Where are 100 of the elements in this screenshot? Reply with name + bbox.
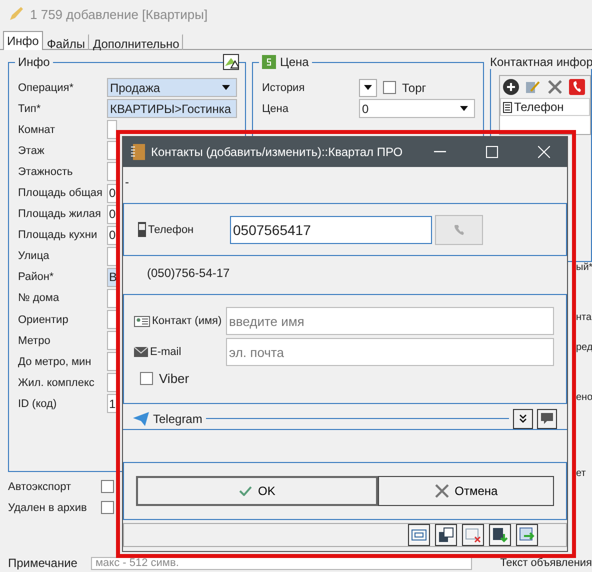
- checkbox[interactable]: [101, 480, 114, 493]
- field-label: Район*: [18, 271, 55, 284]
- field-label: Текст объявления: [500, 557, 592, 569]
- field-label: № дома: [18, 292, 60, 304]
- image-edit-icon[interactable]: [223, 54, 239, 70]
- mobile-phone-icon: [138, 222, 146, 237]
- checkbox-label: Удален в архив: [8, 502, 88, 514]
- export-table-icon: [519, 527, 535, 543]
- dropdown[interactable]: Продажа: [107, 78, 237, 98]
- message-button[interactable]: [537, 408, 557, 428]
- delete-icon[interactable]: [547, 79, 563, 95]
- fit-window-button[interactable]: [408, 524, 430, 546]
- money-icon: [262, 55, 276, 69]
- add-icon[interactable]: [503, 79, 519, 95]
- field-label: Площадь кухни: [18, 229, 98, 242]
- checkbox-label: Торг: [402, 80, 426, 95]
- dropdown-arrow-icon: [222, 85, 230, 90]
- list-icon: [503, 102, 512, 112]
- field-label: Операция*: [18, 82, 75, 94]
- expand-button[interactable]: [513, 408, 533, 428]
- field-label: Жил. комплекс: [18, 376, 96, 389]
- input-field[interactable]: 1: [107, 394, 117, 414]
- phone-icon: [453, 224, 465, 236]
- field-label: Метро: [18, 334, 52, 347]
- restore-window-button[interactable]: [435, 524, 457, 546]
- input-field[interactable]: В: [107, 268, 117, 287]
- input-field[interactable]: [107, 120, 117, 140]
- input-field[interactable]: [107, 352, 117, 372]
- field-label: ет: [576, 468, 587, 481]
- group-title: Цена: [280, 55, 309, 69]
- column-header: Телефон: [514, 100, 564, 114]
- field-label: Улица: [18, 250, 50, 262]
- history-dropdown[interactable]: [359, 78, 377, 97]
- remove-window-icon: [465, 527, 481, 543]
- field-label: Цена: [262, 102, 290, 115]
- field-label: Комнат: [18, 124, 56, 136]
- input-field[interactable]: 0: [107, 226, 117, 245]
- remove-window-button[interactable]: [462, 524, 484, 546]
- field-label: Ориентир: [18, 314, 70, 326]
- double-chevron-down-icon: [518, 414, 528, 424]
- field-label: Этажность: [18, 166, 74, 178]
- phone-icon[interactable]: [569, 79, 585, 95]
- contact-card-icon: [134, 316, 150, 326]
- input-field[interactable]: 0: [107, 184, 117, 203]
- save-download-icon: [492, 527, 508, 543]
- close-icon: [434, 484, 449, 498]
- field-label: Площадь жилая: [18, 208, 102, 220]
- input-field[interactable]: [107, 141, 117, 160]
- close-icon: [538, 146, 550, 158]
- field-label: Примечание: [8, 556, 78, 570]
- checkbox[interactable]: [101, 501, 114, 514]
- restore-window-icon: [438, 527, 454, 543]
- envelope-icon: [134, 347, 148, 357]
- field-label: Площадь общая: [18, 187, 104, 200]
- tab[interactable]: Файлы: [42, 34, 89, 50]
- field-label: Тип*: [18, 102, 42, 115]
- field-label: До метро, мин: [18, 356, 92, 368]
- pencil-icon: [8, 6, 24, 22]
- dropdown[interactable]: КВАРТИРЫ>Гостинка: [107, 99, 237, 118]
- name-field[interactable]: введите имя: [226, 307, 554, 335]
- speech-bubble-icon: [541, 413, 553, 424]
- checkbox-label: Автоэкспорт: [8, 480, 72, 492]
- window-title: 1 759 добавление [Квартиры]: [30, 6, 208, 22]
- dropdown-arrow-icon: [460, 106, 468, 112]
- fit-window-icon: [411, 527, 427, 543]
- field-label: История: [262, 82, 306, 94]
- input-field[interactable]: [107, 310, 117, 330]
- group-title: Инфо: [18, 55, 50, 69]
- field-label: E-mail: [134, 346, 224, 358]
- export-table-button[interactable]: [516, 524, 538, 546]
- save-download-button[interactable]: [489, 524, 511, 546]
- input-field[interactable]: [107, 373, 117, 392]
- input-field[interactable]: [107, 331, 117, 350]
- dialog-title: Контакты (добавить/изменить)::Квартал ПРО: [151, 145, 403, 159]
- field-label: ено: [576, 392, 592, 405]
- book-icon: [131, 144, 145, 160]
- checkbox[interactable]: [140, 372, 153, 385]
- field-label: ID (код): [18, 398, 58, 410]
- dropdown[interactable]: 0: [359, 99, 475, 118]
- input-field[interactable]: [107, 162, 117, 182]
- input-field[interactable]: [107, 288, 117, 308]
- email-field[interactable]: эл. почта: [226, 338, 554, 366]
- ok-button[interactable]: OK: [136, 476, 378, 506]
- field-label: Контакт (имя): [134, 315, 224, 327]
- check-icon: [238, 486, 252, 496]
- formatted-phone: (050)756-54-17: [146, 265, 231, 282]
- field-label: нта: [576, 312, 592, 325]
- minimize-icon: [434, 151, 446, 153]
- cancel-button[interactable]: Отмена: [378, 476, 554, 506]
- field-label: Телефон: [138, 222, 228, 237]
- checkbox-label: Viber: [159, 371, 190, 386]
- maximize-icon: [486, 146, 498, 158]
- phone-field[interactable]: 0507565417: [230, 216, 432, 244]
- tab[interactable]: Дополнительно: [88, 34, 184, 50]
- input-field[interactable]: 0: [107, 204, 117, 224]
- input-field[interactable]: [107, 246, 117, 266]
- checkbox[interactable]: [383, 81, 396, 94]
- tab[interactable]: Инфо: [3, 31, 43, 50]
- field-label: Этаж: [18, 144, 46, 157]
- dash-text: -: [124, 174, 130, 191]
